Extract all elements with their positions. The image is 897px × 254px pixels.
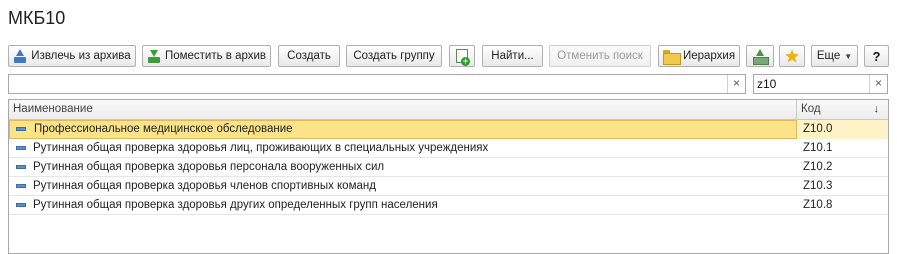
- archive-down-icon: [147, 49, 161, 63]
- cell-code: Z10.2: [803, 161, 833, 173]
- more-label: Еще: [816, 50, 841, 62]
- help-button[interactable]: ?: [864, 45, 889, 67]
- cell-name: Профессиональное медицинское обследовани…: [9, 120, 797, 139]
- table-row[interactable]: Рутинная общая проверка здоровья лиц, пр…: [9, 139, 888, 158]
- element-icon: [16, 146, 26, 150]
- hierarchy-button[interactable]: Иерархия: [658, 45, 740, 67]
- code-filter-input[interactable]: z10 ×: [753, 74, 888, 94]
- cell-code: Z10.0: [797, 120, 888, 139]
- star-icon: ★: [784, 46, 800, 66]
- column-header-code-label: Код: [801, 103, 821, 115]
- command-bar: Извлечь из архива Поместить в архив Созд…: [8, 45, 890, 67]
- cell-code: Z10.1: [803, 142, 833, 154]
- table-header: Наименование Код ↓: [9, 100, 888, 120]
- hierarchy-label: Иерархия: [682, 50, 736, 62]
- cell-name: Рутинная общая проверка здоровья других …: [33, 199, 438, 211]
- cell-code: Z10.3: [803, 180, 833, 192]
- cell-name: Рутинная общая проверка здоровья персона…: [33, 161, 385, 173]
- column-header-name[interactable]: Наименование: [9, 100, 797, 119]
- column-header-code[interactable]: Код ↓: [797, 100, 889, 119]
- create-button[interactable]: Создать: [278, 45, 340, 67]
- find-button[interactable]: Найти...: [482, 45, 543, 67]
- extract-from-archive-button[interactable]: Извлечь из архива: [8, 45, 136, 67]
- cell-name: Рутинная общая проверка здоровья членов …: [33, 180, 376, 192]
- table-row[interactable]: Рутинная общая проверка здоровья персона…: [9, 158, 888, 177]
- upload-tray-icon: [752, 49, 769, 65]
- extract-from-archive-label: Извлечь из архива: [31, 50, 131, 62]
- sort-descending-icon: ↓: [873, 103, 880, 115]
- clear-search-button[interactable]: ×: [727, 75, 745, 93]
- clear-code-filter-button[interactable]: ×: [869, 75, 887, 93]
- element-icon: [16, 203, 26, 207]
- more-menu-button[interactable]: Еще ▼: [811, 45, 858, 67]
- table-row[interactable]: Рутинная общая проверка здоровья членов …: [9, 177, 888, 196]
- cell-name: Рутинная общая проверка здоровья лиц, пр…: [33, 142, 489, 154]
- favorite-button[interactable]: ★: [779, 45, 805, 67]
- folder-hierarchy-icon: [662, 49, 681, 65]
- put-to-archive-button[interactable]: Поместить в архив: [142, 45, 271, 67]
- export-button[interactable]: [746, 45, 774, 67]
- cell-code: Z10.8: [803, 199, 833, 211]
- icd10-table: Наименование Код ↓ Профессиональное меди…: [8, 99, 889, 254]
- copy-button[interactable]: [449, 45, 475, 67]
- table-row[interactable]: Профессиональное медицинское обследовани…: [9, 120, 888, 139]
- help-label: ?: [872, 48, 881, 64]
- element-icon: [16, 165, 26, 169]
- put-to-archive-label: Поместить в архив: [164, 50, 267, 62]
- cancel-search-button[interactable]: Отменить поиск: [549, 45, 651, 67]
- page-title: МКБ10: [8, 8, 66, 28]
- code-filter-value: z10: [757, 77, 777, 91]
- element-icon: [16, 184, 26, 188]
- table-row[interactable]: Рутинная общая проверка здоровья других …: [9, 196, 888, 215]
- new-document-icon: [456, 49, 470, 66]
- archive-up-icon: [13, 49, 27, 63]
- chevron-down-icon: ▼: [844, 51, 853, 61]
- element-icon: [16, 127, 26, 131]
- create-group-button[interactable]: Создать группу: [346, 45, 442, 67]
- search-input[interactable]: ×: [8, 74, 746, 94]
